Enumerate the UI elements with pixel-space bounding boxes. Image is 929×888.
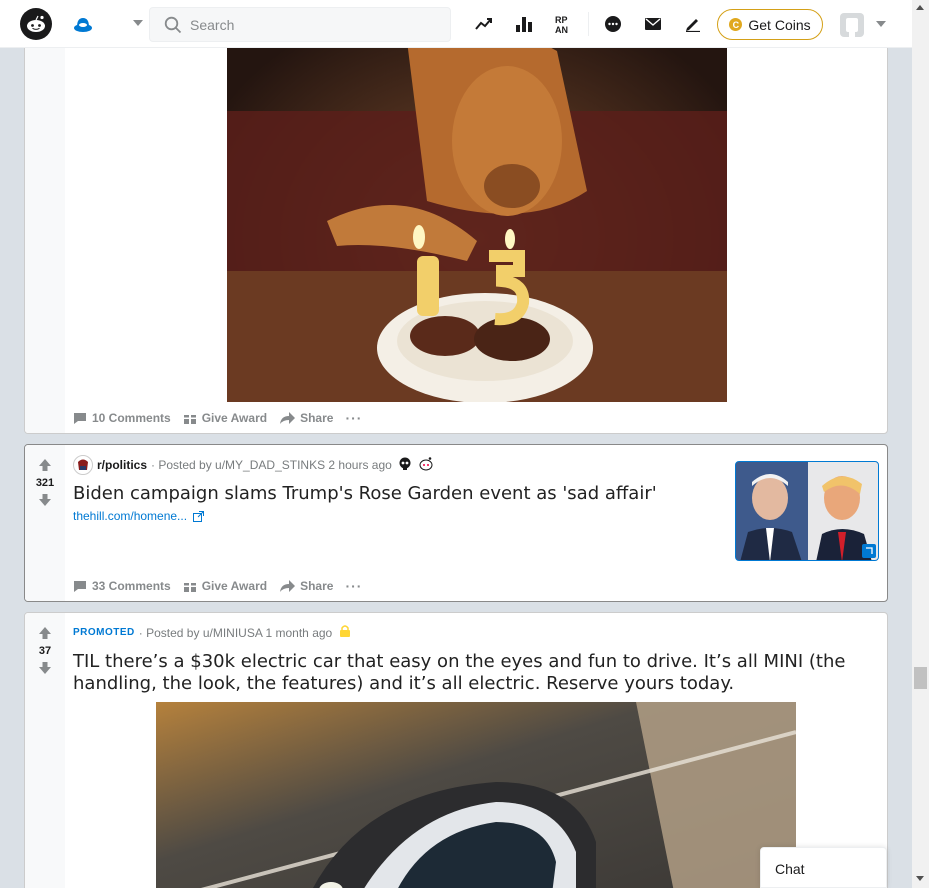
give-award-label: Give Award — [201, 411, 268, 425]
header-divider — [588, 12, 589, 36]
award-skull-icon — [398, 457, 412, 474]
page-scrollbar[interactable] — [912, 0, 929, 888]
comments-label: 33 Comments — [92, 579, 171, 593]
subreddit-link[interactable]: r/politics — [97, 458, 147, 472]
comments-button[interactable]: 33 Comments — [73, 579, 171, 593]
comments-button[interactable]: 10 Comments — [73, 411, 171, 425]
rpan-icon[interactable]: RP AN — [552, 12, 576, 36]
post-meta: r/politics · Posted by u/MY_DAD_STINKS 2… — [73, 455, 434, 475]
stats-icon[interactable] — [512, 12, 536, 36]
comments-label: 10 Comments — [92, 411, 171, 425]
post-actions: 10 Comments Give Award Share ··· — [73, 410, 362, 426]
reddit-logo-icon[interactable] — [20, 8, 52, 40]
feed-dropdown-chevron-icon[interactable] — [133, 20, 143, 26]
scrollbar-thumb[interactable] — [914, 667, 927, 689]
home-feed-icon[interactable] — [72, 13, 94, 35]
vote-count: 321 — [35, 477, 55, 489]
vote-column: 321 — [25, 445, 65, 601]
share-button[interactable]: Share — [279, 411, 333, 425]
post-card[interactable]: 37 PROMOTED · Posted by u/MINIUSA 1 mont… — [24, 612, 888, 888]
gift-icon — [183, 581, 196, 592]
link-text: thehill.com/homene... — [73, 509, 188, 523]
svg-text:AN: AN — [555, 25, 568, 34]
vote-count: 37 — [38, 645, 52, 657]
downvote-arrow-icon[interactable] — [38, 493, 52, 507]
external-link[interactable]: thehill.com/homene... — [73, 509, 205, 523]
trending-icon[interactable] — [472, 12, 496, 36]
search-icon — [164, 16, 182, 33]
give-award-button[interactable]: Give Award — [183, 579, 267, 593]
get-coins-button[interactable]: C Get Coins — [717, 9, 823, 40]
comment-icon — [74, 412, 86, 424]
scroll-up-arrow-icon[interactable] — [916, 5, 924, 10]
gift-icon — [183, 413, 196, 424]
post-image[interactable] — [227, 0, 727, 402]
user-avatar[interactable] — [840, 13, 864, 37]
more-options-button[interactable]: ··· — [345, 578, 362, 594]
upvote-arrow-icon[interactable] — [38, 458, 52, 472]
search-bar[interactable] — [149, 7, 451, 42]
svg-text:RP: RP — [555, 15, 568, 25]
chat-label: Chat — [775, 861, 805, 877]
more-options-button[interactable]: ··· — [345, 410, 362, 426]
posted-by[interactable]: · Posted by u/MINIUSA 1 month ago — [139, 626, 332, 640]
chat-icon[interactable] — [601, 12, 625, 36]
coin-icon: C — [729, 18, 743, 31]
post-card[interactable]: 10 Comments Give Award Share ··· — [24, 0, 888, 434]
comment-icon — [74, 580, 86, 592]
chat-widget[interactable]: Chat — [760, 847, 887, 888]
top-navigation-bar: RPAN C Get Coins — [0, 0, 912, 48]
promoted-label: PROMOTED — [73, 627, 135, 638]
share-label: Share — [300, 579, 334, 593]
downvote-arrow-icon[interactable] — [38, 661, 52, 675]
share-button[interactable]: Share — [279, 579, 333, 593]
give-award-button[interactable]: Give Award — [183, 411, 267, 425]
posted-by[interactable]: · Posted by u/MY_DAD_STINKS 2 hours ago — [151, 458, 392, 472]
lock-icon — [340, 625, 351, 640]
post-thumbnail[interactable] — [735, 461, 879, 561]
give-award-label: Give Award — [201, 579, 268, 593]
post-meta: PROMOTED · Posted by u/MINIUSA 1 month a… — [73, 625, 351, 640]
post-title[interactable]: Biden campaign slams Trump's Rose Garden… — [73, 483, 713, 505]
post-image[interactable] — [156, 702, 796, 888]
share-icon — [280, 411, 296, 424]
share-icon — [280, 579, 296, 592]
subreddit-icon[interactable] — [73, 455, 93, 475]
pencil-icon[interactable] — [681, 12, 705, 36]
vote-column: 37 — [25, 613, 65, 888]
vote-column — [25, 0, 65, 433]
share-label: Share — [300, 411, 334, 425]
post-actions: 33 Comments Give Award Share ··· — [73, 578, 362, 594]
scroll-down-arrow-icon[interactable] — [916, 876, 924, 881]
award-snoo-icon — [418, 456, 434, 475]
user-menu-chevron-icon[interactable] — [876, 21, 886, 27]
mail-icon[interactable] — [641, 12, 665, 36]
upvote-arrow-icon[interactable] — [38, 626, 52, 640]
external-link-icon — [193, 510, 205, 522]
get-coins-label: Get Coins — [748, 16, 811, 33]
post-card[interactable]: 321 r/politics · Posted by u/MY_DAD_STIN… — [24, 444, 888, 602]
search-input[interactable] — [190, 16, 430, 33]
post-title[interactable]: TIL there’s a $30k electric car that eas… — [73, 651, 873, 695]
